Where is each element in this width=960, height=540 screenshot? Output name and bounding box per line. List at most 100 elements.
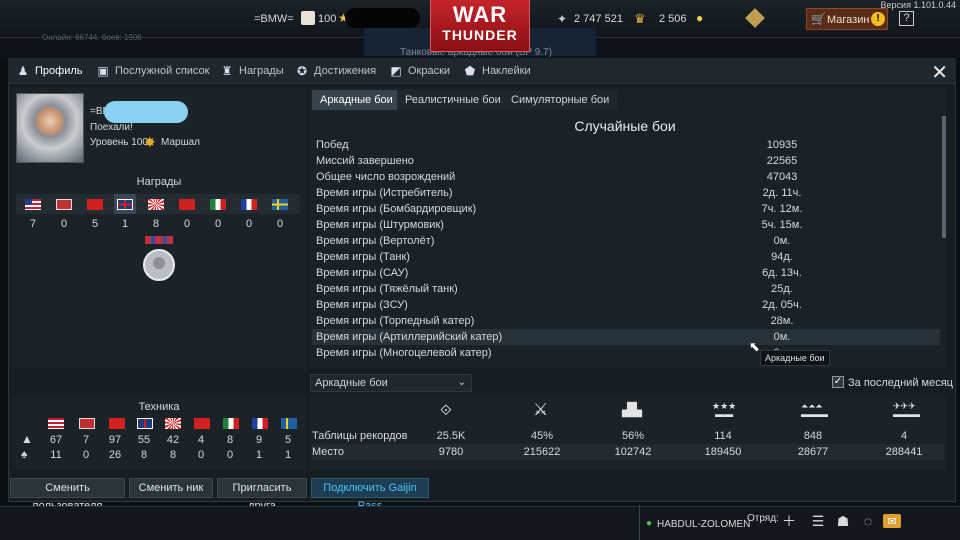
- tab-profile[interactable]: ♟ Профиль: [16, 58, 83, 84]
- stars-icon: ★★★ ▬▬: [712, 401, 737, 419]
- france-flag-icon: [241, 198, 257, 210]
- stat-row-highlighted[interactable]: Время игры (Артиллерийский катер) 0м.: [312, 329, 940, 345]
- medal-icon[interactable]: [141, 236, 177, 282]
- spade-icon: ♠: [21, 447, 28, 461]
- tab-realistic[interactable]: Реалистичные бои: [397, 90, 509, 110]
- stat-label: Общее число возрождений: [316, 171, 456, 183]
- tab-arcade[interactable]: Аркадные бои: [312, 90, 401, 110]
- stat-row: Время игры (Истребитель) 2д. 11ч.: [312, 185, 940, 201]
- ranking-value: 4: [900, 430, 908, 442]
- flag-germany[interactable]: [53, 194, 75, 214]
- china-flag-icon: [179, 198, 195, 210]
- list-icon[interactable]: ☰: [809, 512, 827, 530]
- month-checkbox[interactable]: ✓: [832, 376, 844, 388]
- awards-flag-row: [16, 194, 300, 214]
- silver-icon: ✦: [557, 12, 568, 26]
- tab-label: Награды: [239, 65, 284, 77]
- flag-italy[interactable]: [207, 194, 229, 214]
- invite-friend-button[interactable]: Пригласить друга: [217, 478, 307, 512]
- version-label: Версия 1.101.0.44: [880, 0, 956, 10]
- aircraft-icon: ✈✈✈ ▬▬▬: [893, 401, 920, 419]
- flag-usa[interactable]: [22, 194, 44, 214]
- tab-label: Окраски: [408, 65, 451, 77]
- player-title: Поехали!: [90, 122, 133, 133]
- stats-title: Случайные бои: [574, 118, 676, 134]
- month-checkbox-label: За последний месяц: [848, 377, 953, 389]
- victories-icon: ⟐: [440, 402, 452, 419]
- flag-france[interactable]: [238, 194, 260, 214]
- war-thunder-logo: WAR THUNDER: [430, 0, 530, 52]
- stat-value: 0м.: [773, 235, 791, 247]
- shop-label: Магазин: [827, 14, 870, 26]
- star-icon: ✪: [296, 64, 308, 78]
- award-count: 7: [29, 218, 37, 230]
- bottom-username[interactable]: HABDUL-ZOLOMEN: [657, 519, 750, 530]
- stat-label: Время игры (САУ): [316, 267, 409, 279]
- stat-label: Миссий завершено: [316, 155, 414, 167]
- stat-row: Миссий завершено 22565: [312, 153, 940, 169]
- gaijin-pass-button[interactable]: Подключить Gaijin Pass: [311, 478, 429, 512]
- flag-ussr[interactable]: [84, 194, 106, 214]
- stat-label: Время игры (Истребитель): [316, 187, 453, 199]
- change-nick-button[interactable]: Сменить ник: [129, 478, 213, 498]
- trophy-icon: ♜: [221, 64, 233, 78]
- switch-user-button[interactable]: Сменить пользователя: [10, 478, 125, 512]
- flag-sweden[interactable]: [269, 194, 291, 214]
- service-record-icon: ▣: [97, 64, 109, 78]
- close-icon[interactable]: ✕: [931, 60, 948, 85]
- flag-britain[interactable]: [114, 194, 136, 214]
- stat-value: 28м.: [770, 315, 794, 327]
- award-count: 0: [276, 218, 284, 230]
- vehicle-count: 42: [166, 434, 180, 446]
- tab-simulator[interactable]: Симуляторные бои: [503, 90, 618, 110]
- decal-icon: ⬟: [464, 64, 476, 78]
- tab-label: Послужной список: [115, 65, 210, 77]
- ranking-value: 25.5K: [436, 430, 466, 442]
- contacts-icon[interactable]: ☗: [834, 512, 852, 530]
- stat-value: 0м.: [773, 331, 791, 343]
- place-value: 288441: [885, 446, 923, 458]
- vehicle-count: 97: [108, 434, 122, 446]
- japan-flag-icon: [165, 418, 181, 429]
- redacted-area: [345, 8, 420, 28]
- help-button[interactable]: ?: [899, 11, 914, 26]
- vehicle-count: 0: [82, 449, 90, 461]
- china-flag-icon: [194, 418, 210, 429]
- tab-achievements[interactable]: ✪ Достижения: [295, 58, 376, 84]
- tooltip: Аркадные бои: [760, 350, 830, 366]
- mail-icon[interactable]: ✉: [883, 514, 901, 528]
- stat-row: Время игры (ЗСУ) 2д. 05ч.: [312, 297, 940, 313]
- avatar[interactable]: [16, 93, 84, 163]
- vehicle-count: 0: [197, 449, 205, 461]
- stat-row: Время игры (САУ) 6д. 13ч.: [312, 265, 940, 281]
- tab-service-record[interactable]: ▣ Послужной список: [96, 58, 209, 84]
- awards-header: Награды: [136, 176, 182, 188]
- shop-button[interactable]: 🛒 Магазин !: [806, 8, 888, 30]
- stat-row: Время игры (Бомбардировщик) 7ч. 12м.: [312, 201, 940, 217]
- stat-label: Побед: [316, 139, 349, 151]
- add-icon[interactable]: ＋: [780, 512, 798, 530]
- sweden-flag-icon: [281, 418, 297, 429]
- vehicle-count: 55: [137, 434, 151, 446]
- tab-decals[interactable]: ⬟ Наклейки: [463, 58, 531, 84]
- germany-flag-icon: [79, 418, 95, 429]
- lightbulb-icon[interactable]: ●: [696, 11, 703, 25]
- stat-label: Время игры (Бомбардировщик): [316, 203, 477, 215]
- vehicle-count: 26: [108, 449, 122, 461]
- vehicle-count: 8: [140, 449, 148, 461]
- stat-row: Общее число возрождений 47043: [312, 169, 940, 185]
- mouse-cursor-icon: ⬉: [749, 339, 760, 354]
- flag-japan[interactable]: [145, 194, 167, 214]
- tab-camouflages[interactable]: ◩ Окраски: [389, 58, 450, 84]
- chat-icon[interactable]: ◌: [859, 512, 877, 530]
- tab-awards[interactable]: ♜ Награды: [220, 58, 284, 84]
- premium-value: 100: [318, 13, 337, 25]
- ranking-value: 114: [714, 430, 732, 442]
- flag-china[interactable]: [176, 194, 198, 214]
- vehicle-count: 7: [82, 434, 90, 446]
- premium-icon: [301, 11, 315, 25]
- award-count: 0: [60, 218, 68, 230]
- squad-label: Отряд:: [747, 513, 779, 524]
- mode-select[interactable]: Аркадные бои ⌄: [310, 374, 472, 392]
- scrollbar[interactable]: [942, 116, 946, 238]
